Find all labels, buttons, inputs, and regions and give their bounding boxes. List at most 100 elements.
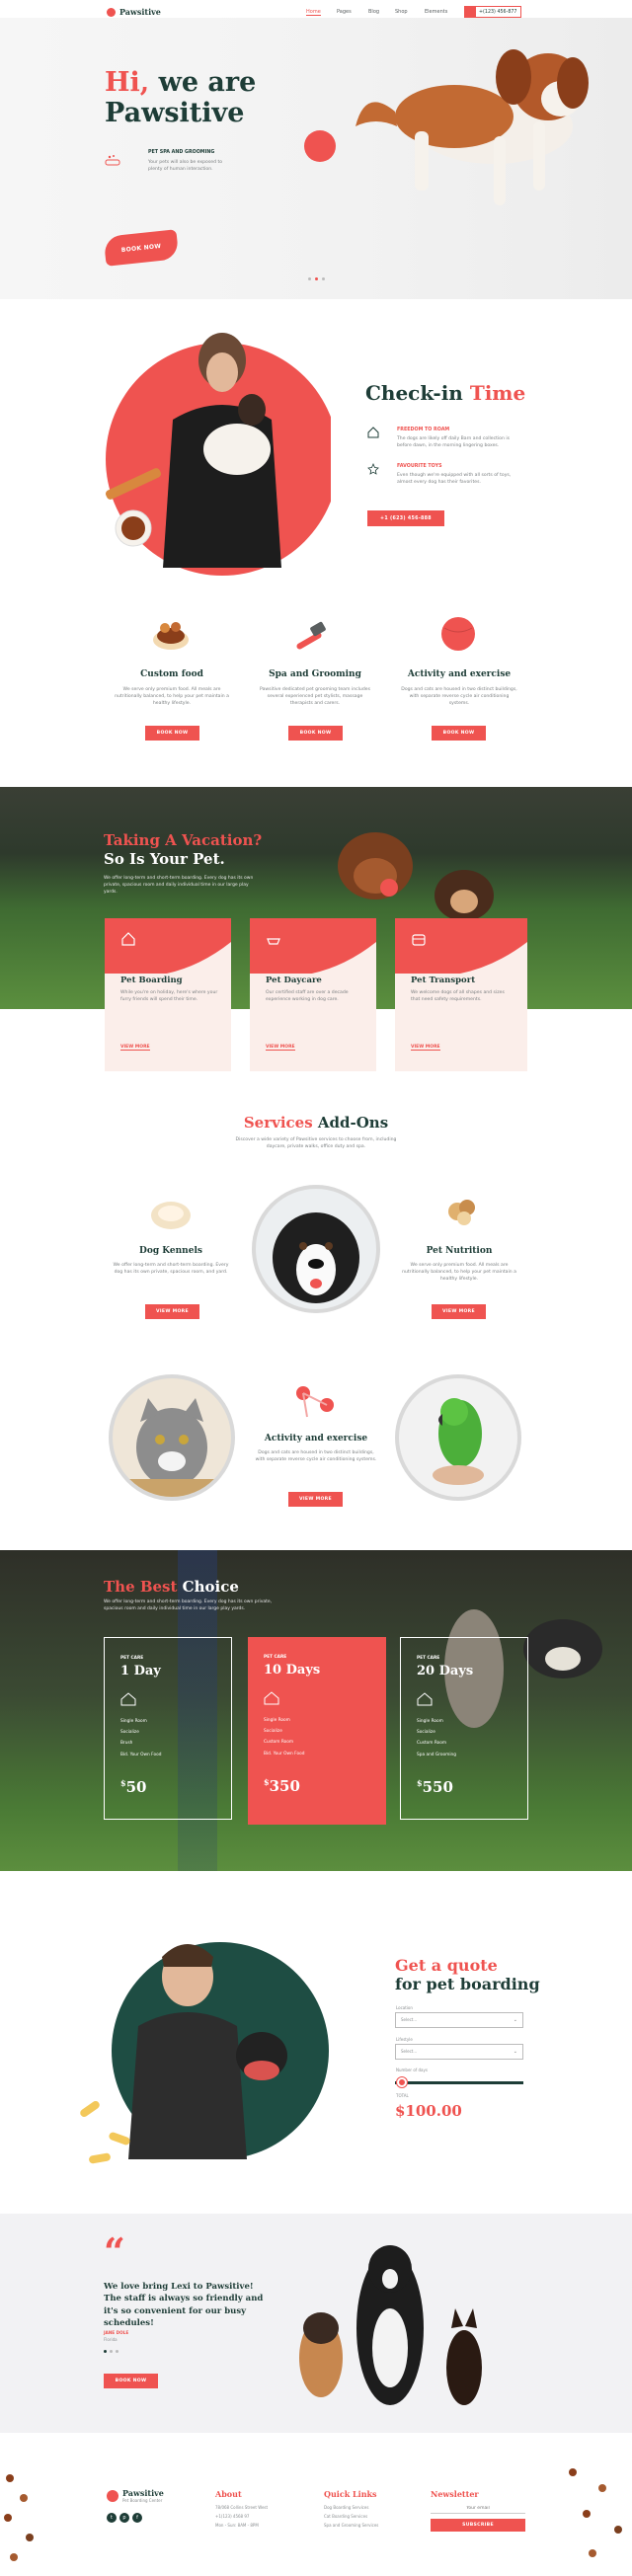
slide-dot[interactable] <box>308 277 311 280</box>
footer-link[interactable]: Cat Boarding Services <box>324 2512 378 2521</box>
plan-price: $550 <box>417 1778 453 1796</box>
view-more-link[interactable]: VIEW MORE <box>266 1045 295 1051</box>
checkin-item-text: Even though we're equipped with all sort… <box>397 473 512 486</box>
hero-book-button[interactable]: BOOK NOW <box>103 229 180 267</box>
testimonial-pagination[interactable] <box>104 2350 118 2353</box>
about-list: 78/068 Collins Street West +1(123) 4568 … <box>215 2503 268 2531</box>
vacation-card[interactable]: Pet Daycare Our certified staff are over… <box>250 918 376 1071</box>
man-with-dog-image <box>79 1927 336 2174</box>
checkin-item-title: FAVOURITE TOYS <box>397 464 442 469</box>
nav-link-home[interactable]: Home <box>306 9 321 16</box>
testimonial-book-button[interactable]: BOOK NOW <box>104 2374 158 2388</box>
plan-features: Single Room Socialize Brush Bid. Your Ow… <box>120 1719 162 1757</box>
view-more-link[interactable]: VIEW MORE <box>120 1045 150 1051</box>
service-card: Custom food We serve only premium food. … <box>115 669 229 707</box>
cat-image <box>109 1374 235 1501</box>
phone-button[interactable]: +(123) 456-877 <box>464 6 521 18</box>
hero-feature-text: Your pets will also be exposed to plenty… <box>148 160 223 173</box>
chevron-down-icon: ⌄ <box>513 2049 517 2055</box>
footer-link[interactable]: Dog Boarding Services <box>324 2503 378 2512</box>
service-card: Spa and Grooming Pawsitive dedicated pet… <box>260 669 370 707</box>
quote-title: Get a quote for pet boarding <box>395 1956 540 1994</box>
lifestyle-label: Lifestyle <box>396 2037 413 2042</box>
total-label: TOTAL <box>396 2093 409 2098</box>
address-text: 78/068 Collins Street West <box>215 2505 269 2510</box>
bath-icon <box>105 154 120 168</box>
location-select[interactable]: Select... ⌄ <box>395 2012 523 2028</box>
hero-section: Hi, we are Pawsitive PET SPA AND GROOMIN… <box>0 18 632 299</box>
addon-view-button[interactable]: VIEW MORE <box>145 1304 199 1319</box>
lifestyle-select[interactable]: Select... ⌄ <box>395 2044 523 2060</box>
slide-dot[interactable] <box>116 2350 118 2353</box>
paw-logo-icon <box>107 2490 118 2502</box>
footer-logo[interactable]: Pawsitive Pet Boarding Center <box>107 2488 164 2504</box>
location-label: Location <box>396 2005 413 2010</box>
pricing-card[interactable]: PET CARE 1 Day Single Room Socialize Bru… <box>104 1637 232 1820</box>
vacation-card[interactable]: Pet Boarding While you're on holiday, he… <box>105 918 231 1071</box>
pricing-card-featured[interactable]: PET CARE 10 Days Single Room Socialize C… <box>248 1637 386 1825</box>
slide-dot-active[interactable] <box>104 2350 107 2353</box>
addon-view-button[interactable]: VIEW MORE <box>288 1492 343 1507</box>
hours-text: Mon - Sun: 8AM - 8PM <box>215 2523 259 2529</box>
about-heading: About <box>215 2489 242 2499</box>
chevron-down-icon: ⌄ <box>513 2017 517 2023</box>
logo[interactable]: Pawsitive <box>107 7 161 17</box>
phone-text[interactable]: +1(123) 4568 97 <box>215 2512 268 2521</box>
house-icon <box>120 931 136 947</box>
paw-logo-icon <box>107 7 116 17</box>
treats-icon <box>439 1192 483 1231</box>
plan-features: Single Room Socialize Custom Room Spa an… <box>417 1719 456 1757</box>
vacation-card[interactable]: Pet Transport We welcome dogs of all sha… <box>395 918 527 1071</box>
checkin-image <box>104 331 339 578</box>
star-icon <box>367 462 379 475</box>
pet-bowl-icon <box>266 931 281 947</box>
slide-dot[interactable] <box>322 277 325 280</box>
checkin-call-button[interactable]: +1 (623) 456-888 <box>367 510 444 526</box>
twitter-icon[interactable]: t <box>107 2513 117 2523</box>
quick-links-list: Dog Boarding Services Cat Boarding Servi… <box>324 2503 378 2531</box>
newsletter-email-input[interactable] <box>431 2503 525 2514</box>
nav-link-pages[interactable]: Pages <box>337 9 352 15</box>
footer <box>0 2433 632 2576</box>
food-bowl-icon <box>149 612 193 656</box>
slide-dot-active[interactable] <box>315 277 318 280</box>
house-icon <box>417 1692 433 1706</box>
kibble-decoration <box>553 2459 632 2576</box>
nav-link-shop[interactable]: Shop <box>395 9 408 15</box>
addon-view-button[interactable]: VIEW MORE <box>432 1304 486 1319</box>
hero-feature-title: PET SPA AND GROOMING <box>148 150 215 155</box>
house-icon <box>264 1691 279 1705</box>
testimonial-text: We love bring Lexi to Pawsitive! The sta… <box>104 2282 264 2328</box>
testimonial-author: JANE DOLE <box>104 2330 129 2335</box>
hero-pagination[interactable] <box>308 277 325 280</box>
days-slider-track[interactable] <box>395 2081 523 2084</box>
footer-link[interactable]: Spa and Grooming Services <box>324 2521 378 2530</box>
service-book-button[interactable]: BOOK NOW <box>145 726 199 741</box>
facebook-icon[interactable]: f <box>132 2513 142 2523</box>
checkin-title: Check-in Time <box>365 381 526 405</box>
phone-icon <box>465 7 476 17</box>
service-book-button[interactable]: BOOK NOW <box>432 726 486 741</box>
checkin-item-text: The dogs are likely off daily Barn and c… <box>397 436 511 449</box>
slide-dot[interactable] <box>110 2350 113 2353</box>
nav-link-blog[interactable]: Blog <box>368 9 379 15</box>
subscribe-button[interactable]: SUBSCRIBE <box>431 2519 525 2532</box>
newsletter-heading: Newsletter <box>431 2489 479 2499</box>
pricing-title: The Best Choice <box>104 1578 239 1596</box>
pinterest-icon[interactable]: p <box>119 2513 129 2523</box>
nav-link-elements[interactable]: Elements <box>425 9 447 15</box>
service-book-button[interactable]: BOOK NOW <box>288 726 343 741</box>
kibble-decoration <box>0 2459 59 2576</box>
plan-price: $50 <box>120 1778 147 1796</box>
days-slider-handle[interactable] <box>396 2077 407 2087</box>
checkin-item-title: FREEDOM TO ROAM <box>397 428 450 432</box>
pricing-card[interactable]: PET CARE 20 Days Single Room Socialize C… <box>400 1637 528 1820</box>
three-dogs-image <box>281 2229 509 2417</box>
total-price: $100.00 <box>395 2102 462 2120</box>
view-more-link[interactable]: VIEW MORE <box>411 1045 440 1051</box>
brush-icon <box>289 614 333 658</box>
days-label: Number of days <box>396 2068 428 2072</box>
addon-card: Pet Nutrition We serve only premium food… <box>402 1246 516 1283</box>
pricing-text: We offer long-term and short-term boardi… <box>104 1600 273 1611</box>
house-icon <box>367 427 379 438</box>
